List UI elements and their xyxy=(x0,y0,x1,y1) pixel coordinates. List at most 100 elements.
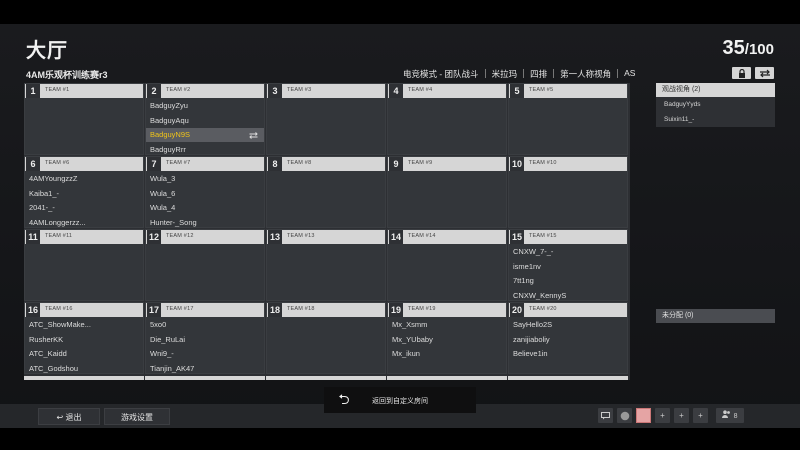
player-name: Wula_4 xyxy=(150,203,176,212)
top-letterbox xyxy=(0,0,800,24)
team-member[interactable]: Die_RuLai xyxy=(150,333,264,347)
friends-icon xyxy=(722,410,731,418)
team-member[interactable]: Wula_4 xyxy=(150,201,264,215)
team-slot[interactable]: 1 TEAM #1 xyxy=(24,83,144,155)
add-slot-icon[interactable]: + xyxy=(655,408,670,423)
team-header[interactable]: 9 TEAM #9 xyxy=(388,157,506,171)
team-member[interactable]: Mx_ikun xyxy=(392,347,506,361)
team-header[interactable]: 7 TEAM #7 xyxy=(146,157,264,171)
mode-perspective: 第一人称视角 xyxy=(560,69,612,79)
team-member[interactable]: Wni9_- xyxy=(150,347,264,361)
team-header[interactable]: 16 TEAM #16 xyxy=(25,303,143,317)
team-member[interactable]: CNXW_7-_- xyxy=(513,245,627,259)
team-member[interactable]: RusherKK xyxy=(29,333,143,347)
team-header[interactable]: 6 TEAM #6 xyxy=(25,157,143,171)
team-slot[interactable]: 17 TEAM #17 5xo0 Die_RuLai Wni9_- Tianjin_AK4… xyxy=(145,302,265,374)
player-name: Believe1in xyxy=(513,349,548,358)
team-slot[interactable]: 4 TEAM #4 xyxy=(387,83,507,155)
spectator-item[interactable]: BadguyYyds xyxy=(656,97,775,112)
team-member[interactable]: ATC_Godshou xyxy=(29,362,143,376)
team-member[interactable]: 4AMLonggerzz... xyxy=(29,216,143,230)
team-header[interactable]: 20 TEAM #20 xyxy=(509,303,627,317)
team-slot[interactable]: 14 TEAM #14 xyxy=(387,229,507,301)
team-member[interactable]: Believe1in xyxy=(513,347,627,361)
team-header[interactable]: 1 TEAM #1 xyxy=(25,84,143,98)
team-member[interactable]: Tianjin_AK47 xyxy=(150,362,264,376)
team-slot[interactable]: 9 TEAM #9 xyxy=(387,156,507,228)
team-header[interactable]: 14 TEAM #14 xyxy=(388,230,506,244)
team-member[interactable]: BadguyAqu xyxy=(150,114,264,128)
team-member[interactable]: Kaiba1_- xyxy=(29,187,143,201)
team-header[interactable]: 15 TEAM #15 xyxy=(509,230,627,244)
game-settings-button[interactable]: 游戏设置 xyxy=(104,408,170,425)
team-member[interactable]: 5xo0 xyxy=(150,318,264,332)
chat-icon[interactable] xyxy=(598,408,613,423)
team-slot[interactable]: 6 TEAM #6 4AMYoungzzZ Kaiba1_- 2041-_- 4AMLon… xyxy=(24,156,144,228)
team-member[interactable]: 4AMYoungzzZ xyxy=(29,172,143,186)
lock-icon[interactable] xyxy=(732,67,751,79)
team-header[interactable]: 19 TEAM #19 xyxy=(388,303,506,317)
team-member[interactable]: ATC_Kaidd xyxy=(29,347,143,361)
team-slot[interactable]: 13 TEAM #13 xyxy=(266,229,386,301)
friends-count: 8 xyxy=(733,413,738,420)
spectator-item[interactable]: Suixin11_- xyxy=(656,112,775,127)
team-member[interactable]: 2041-_- xyxy=(29,201,143,215)
avatar[interactable] xyxy=(636,408,651,423)
team-header[interactable]: 18 TEAM #18 xyxy=(267,303,385,317)
globe-icon[interactable] xyxy=(617,408,632,423)
team-header[interactable]: 8 TEAM #8 xyxy=(267,157,385,171)
team-slot[interactable]: 12 TEAM #12 xyxy=(145,229,265,301)
mode-map: 米拉玛 xyxy=(491,69,518,79)
team-member[interactable]: SayHello2S xyxy=(513,318,627,332)
team-slot[interactable]: 15 TEAM #15 CNXW_7-_- isme1nv 7tt1ng CNXW_Ken… xyxy=(508,229,628,301)
team-slot[interactable]: 11 TEAM #11 xyxy=(24,229,144,301)
player-name: BadguyN9S xyxy=(150,130,191,139)
team-member[interactable]: isme1nv xyxy=(513,260,627,274)
team-header[interactable]: 11 TEAM #11 xyxy=(25,230,143,244)
exit-button[interactable]: ↩ 退出 xyxy=(38,408,100,425)
team-member[interactable]: BadguyRrr xyxy=(150,143,264,157)
team-member[interactable]: BadguyZyu xyxy=(150,99,264,113)
unassigned-header[interactable]: 未分配 (0) xyxy=(656,309,775,323)
team-slot[interactable]: 10 TEAM #10 xyxy=(508,156,628,228)
team-header[interactable]: 2 TEAM #2 xyxy=(146,84,264,98)
player-name: CNXW_7-_- xyxy=(513,247,554,256)
add-slot-icon[interactable]: + xyxy=(693,408,708,423)
team-slot[interactable]: 18 TEAM #18 xyxy=(266,302,386,374)
swap-icon[interactable] xyxy=(755,67,774,79)
team-member[interactable]: zanijiaboliy xyxy=(513,333,627,347)
team-member[interactable]: Mx_YUbaby xyxy=(392,333,506,347)
team-header[interactable]: 3 TEAM #3 xyxy=(267,84,385,98)
team-member[interactable]: Wula_3 xyxy=(150,172,264,186)
team-header[interactable]: 13 TEAM #13 xyxy=(267,230,385,244)
team-slot[interactable]: 2 TEAM #2 BadguyZyu BadguyAqu BadguyN9S Badgu… xyxy=(145,83,265,155)
team-member[interactable]: Mx_Xsmm xyxy=(392,318,506,332)
team-slot[interactable]: 5 TEAM #5 xyxy=(508,83,628,155)
team-member[interactable]: 7tt1ng xyxy=(513,274,627,288)
back-to-room-label[interactable]: 返回到自定义房间 xyxy=(372,396,428,406)
team-header[interactable]: 4 TEAM #4 xyxy=(388,84,506,98)
team-slot[interactable]: 3 TEAM #3 xyxy=(266,83,386,155)
spectator-header[interactable]: 观战视角 (2) xyxy=(656,83,775,97)
team-label: TEAM #19 xyxy=(408,306,436,312)
team-header[interactable]: 5 TEAM #5 xyxy=(509,84,627,98)
swap-icon[interactable] xyxy=(249,128,258,142)
add-slot-icon[interactable]: + xyxy=(674,408,689,423)
team-member[interactable]: Hunter-_Song xyxy=(150,216,264,230)
back-arrow-icon[interactable]: ⮌ xyxy=(332,390,356,408)
selected-player[interactable]: BadguyN9S xyxy=(146,128,264,142)
friends-button[interactable]: 8 xyxy=(716,408,744,423)
team-slot[interactable]: 7 TEAM #7 Wula_3 Wula_6 Wula_4 Hunter-_Song xyxy=(145,156,265,228)
team-header[interactable]: 17 TEAM #17 xyxy=(146,303,264,317)
team-slot[interactable]: 8 TEAM #8 xyxy=(266,156,386,228)
next-row-header xyxy=(24,376,144,380)
team-member[interactable]: CNXW_KennyS xyxy=(513,289,627,303)
team-slot[interactable]: 19 TEAM #19 Mx_Xsmm Mx_YUbaby Mx_ikun xyxy=(387,302,507,374)
team-member[interactable]: Wula_6 xyxy=(150,187,264,201)
team-member[interactable]: ATC_ShowMake... xyxy=(29,318,143,332)
team-header[interactable]: 12 TEAM #12 xyxy=(146,230,264,244)
team-slot[interactable]: 20 TEAM #20 SayHello2S zanijiaboliy Believe1… xyxy=(508,302,628,374)
team-slot[interactable]: 16 TEAM #16 ATC_ShowMake... RusherKK ATC_Kai… xyxy=(24,302,144,374)
team-header[interactable]: 10 TEAM #10 xyxy=(509,157,627,171)
next-row-header xyxy=(387,376,507,380)
